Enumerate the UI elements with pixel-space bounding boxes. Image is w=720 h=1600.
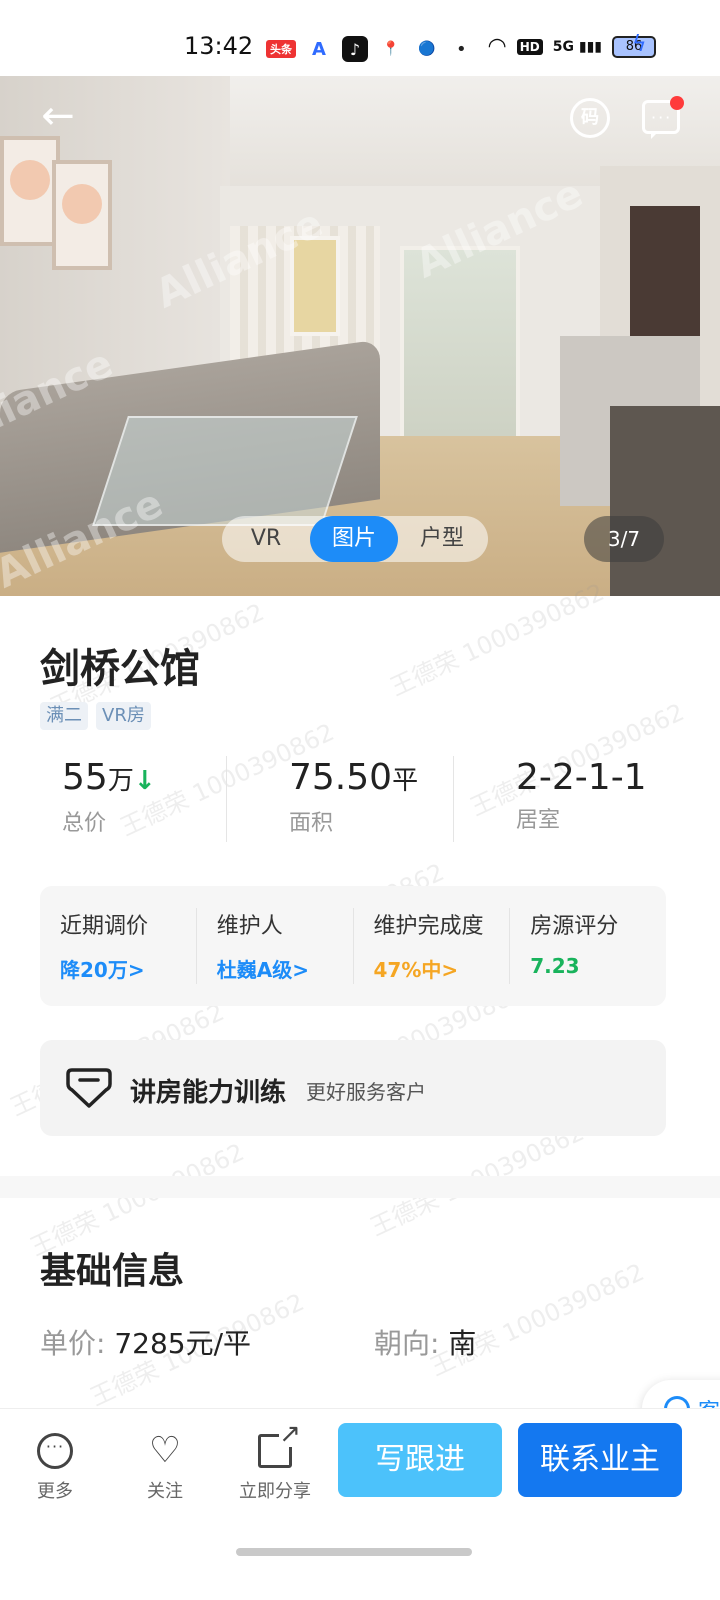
stat-area: 75.50平 面积 bbox=[227, 756, 454, 842]
back-arrow-icon[interactable]: ← bbox=[36, 96, 80, 140]
more-button[interactable]: ··· 更多 bbox=[10, 1429, 100, 1503]
heart-icon: ♡ bbox=[148, 1430, 182, 1471]
total-price-unit: 万 bbox=[107, 766, 134, 796]
maintenance-completion-value[interactable]: 47%中> bbox=[374, 954, 510, 983]
unread-badge bbox=[670, 96, 684, 110]
maintainer[interactable]: 维护人 杜巍A级> bbox=[197, 908, 354, 984]
recent-price-adjustment-value[interactable]: 降20万> bbox=[60, 954, 196, 983]
tag-vr-house: VR房 bbox=[96, 702, 151, 730]
stat-total-price: 55万↓ 总价 bbox=[40, 756, 227, 842]
tiktok-icon: ♪ bbox=[342, 36, 368, 62]
content-watermark: 王德荣 1000390862 bbox=[426, 1257, 649, 1382]
unit-price-value: 7285元/平 bbox=[114, 1327, 252, 1360]
training-title: 讲房能力训练 bbox=[130, 1078, 287, 1108]
listing-score-value: 7.23 bbox=[530, 954, 580, 978]
share-label: 立即分享 bbox=[239, 1481, 311, 1502]
tag-full-two-years: 满二 bbox=[40, 702, 88, 730]
toutiao-app-icon: 头条 bbox=[266, 40, 296, 58]
photo-page-counter: 3/7 bbox=[584, 516, 664, 562]
status-bar: 13:42 头条 A ♪ 📍 🔵 • ◠ HD 5G ▮▮▮ 86 ϟ bbox=[0, 0, 720, 76]
photo-picture-frame bbox=[0, 136, 60, 246]
media-tabs: VR 图片 户型 bbox=[222, 516, 488, 562]
app-a-icon: A bbox=[306, 36, 332, 62]
basic-info-title: 基础信息 bbox=[40, 1251, 185, 1292]
contact-owner-button[interactable]: 联系业主 bbox=[518, 1423, 682, 1497]
unit-price-row: 单价: 7285元/平 bbox=[40, 1322, 251, 1362]
browser-app-icon: 🔵 bbox=[414, 36, 440, 62]
listing-tags: 满二 VR房 bbox=[40, 702, 151, 730]
status-app-icons: 头条 A ♪ 📍 🔵 • bbox=[266, 36, 467, 62]
total-price-label: 总价 bbox=[62, 811, 107, 836]
speech-bubble-icon bbox=[66, 1068, 112, 1108]
total-price-value: 55 bbox=[62, 757, 108, 798]
network-type: 5G bbox=[552, 38, 574, 55]
area-label: 面积 bbox=[289, 811, 334, 836]
recent-price-adjustment-label: 近期调价 bbox=[60, 914, 149, 939]
follow-button[interactable]: ♡ 关注 bbox=[120, 1429, 210, 1503]
recent-price-adjustment[interactable]: 近期调价 降20万> bbox=[40, 908, 197, 984]
wifi-icon: ◠ bbox=[487, 34, 507, 59]
tab-floorplan[interactable]: 户型 bbox=[398, 516, 486, 562]
share-button[interactable]: 立即分享 bbox=[230, 1421, 320, 1503]
layout-label: 居室 bbox=[516, 808, 561, 833]
unit-price-key: 单价: bbox=[40, 1327, 106, 1360]
section-divider bbox=[0, 1176, 720, 1198]
layout-value: 2-2-1-1 bbox=[516, 757, 647, 798]
map-app-icon: 📍 bbox=[378, 36, 404, 62]
area-unit: 平 bbox=[392, 766, 419, 796]
listing-score-label: 房源评分 bbox=[530, 914, 619, 939]
more-dots-icon: ··· bbox=[37, 1433, 73, 1469]
charging-icon: ϟ bbox=[632, 32, 647, 57]
notification-dot-icon: • bbox=[456, 38, 467, 60]
tab-photos[interactable]: 图片 bbox=[310, 516, 398, 562]
training-subtitle: 更好服务客户 bbox=[306, 1080, 426, 1104]
training-banner[interactable]: 讲房能力训练 更好服务客户 bbox=[40, 1040, 666, 1136]
photo-shelf bbox=[610, 406, 720, 596]
qr-code-button[interactable]: 码 bbox=[570, 98, 610, 138]
photo-picture-frame bbox=[52, 160, 112, 270]
listing-metrics-card: 近期调价 降20万> 维护人 杜巍A级> 维护完成度 47%中> 房源评分 7.… bbox=[40, 886, 666, 1006]
bottom-action-bar: ··· 更多 ♡ 关注 立即分享 写跟进 联系业主 bbox=[0, 1408, 720, 1600]
maintainer-label: 维护人 bbox=[216, 914, 283, 939]
home-indicator[interactable] bbox=[236, 1548, 472, 1556]
listing-score: 房源评分 7.23 bbox=[510, 908, 666, 984]
listing-title: 剑桥公馆 bbox=[40, 646, 200, 692]
maintenance-completion-label: 维护完成度 bbox=[373, 914, 484, 939]
stat-layout: 2-2-1-1 居室 bbox=[454, 756, 680, 842]
maintenance-completion[interactable]: 维护完成度 47%中> bbox=[354, 908, 511, 984]
maintainer-value[interactable]: 杜巍A级> bbox=[217, 954, 353, 983]
listing-stats: 55万↓ 总价 75.50平 面积 2-2-1-1 居室 bbox=[40, 756, 680, 842]
more-label: 更多 bbox=[37, 1481, 73, 1502]
orientation-value: 南 bbox=[448, 1327, 477, 1360]
status-indicators: ◠ HD 5G ▮▮▮ 86 bbox=[488, 34, 656, 59]
area-value: 75.50 bbox=[289, 757, 393, 798]
share-icon bbox=[258, 1421, 301, 1468]
orientation-key: 朝向: bbox=[374, 1327, 440, 1360]
write-followup-button[interactable]: 写跟进 bbox=[338, 1423, 502, 1497]
follow-label: 关注 bbox=[147, 1481, 183, 1502]
signal-icon: 5G ▮▮▮ bbox=[552, 38, 602, 55]
orientation-row: 朝向: 南 bbox=[374, 1322, 476, 1362]
price-down-arrow-icon: ↓ bbox=[133, 766, 156, 796]
hd-icon: HD bbox=[516, 38, 543, 55]
status-time: 13:42 bbox=[184, 32, 254, 60]
tab-vr[interactable]: VR bbox=[222, 516, 310, 562]
